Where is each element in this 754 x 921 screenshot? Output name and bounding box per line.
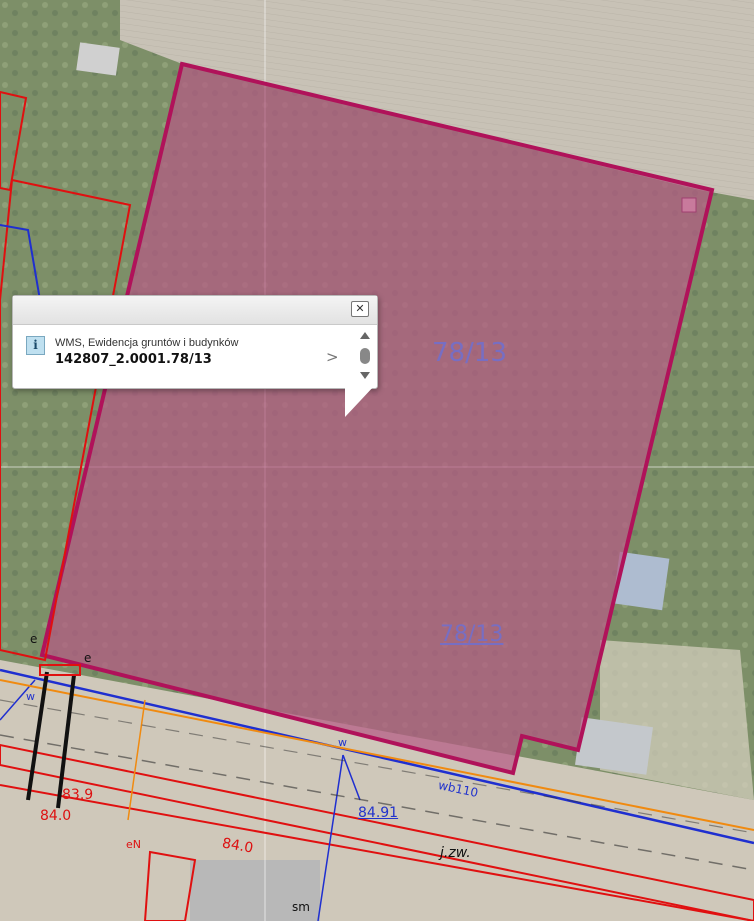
popup-header: ✕ (13, 296, 377, 325)
elevation-label: 84.0 (40, 808, 72, 824)
info-icon: i (26, 336, 45, 355)
utility-label: w (26, 690, 35, 703)
corner-marker (681, 197, 697, 213)
identify-popup: ✕ i WMS, Ewidencja gruntów i budynków 14… (12, 295, 378, 389)
scrollbar-thumb[interactable] (360, 348, 370, 364)
utility-label: sm (292, 900, 310, 914)
map-canvas[interactable] (0, 0, 754, 921)
chevron-right-icon[interactable]: > (326, 348, 339, 366)
elevation-label: 84.91 (358, 805, 399, 821)
feature-id[interactable]: 142807_2.0001.78/13 (55, 352, 212, 367)
building-roof (76, 42, 120, 76)
utility-label: w (338, 736, 347, 749)
road-label: j.zw. (440, 845, 471, 861)
scroll-up-icon[interactable] (360, 332, 370, 339)
popup-pointer (345, 385, 375, 417)
scroll-down-icon[interactable] (360, 372, 370, 379)
parcel-number-label-secondary: 78/13 (440, 622, 504, 647)
utility-label: e (84, 651, 92, 665)
utility-label: e (30, 632, 38, 646)
layer-name: WMS, Ewidencja gruntów i budynków (55, 337, 239, 349)
utility-label: eN (126, 838, 141, 851)
building-roof (575, 717, 653, 775)
elevation-label: 83.9 (62, 787, 94, 803)
parcel-number-label: 78/13 (432, 338, 507, 368)
close-icon[interactable]: ✕ (351, 301, 369, 317)
